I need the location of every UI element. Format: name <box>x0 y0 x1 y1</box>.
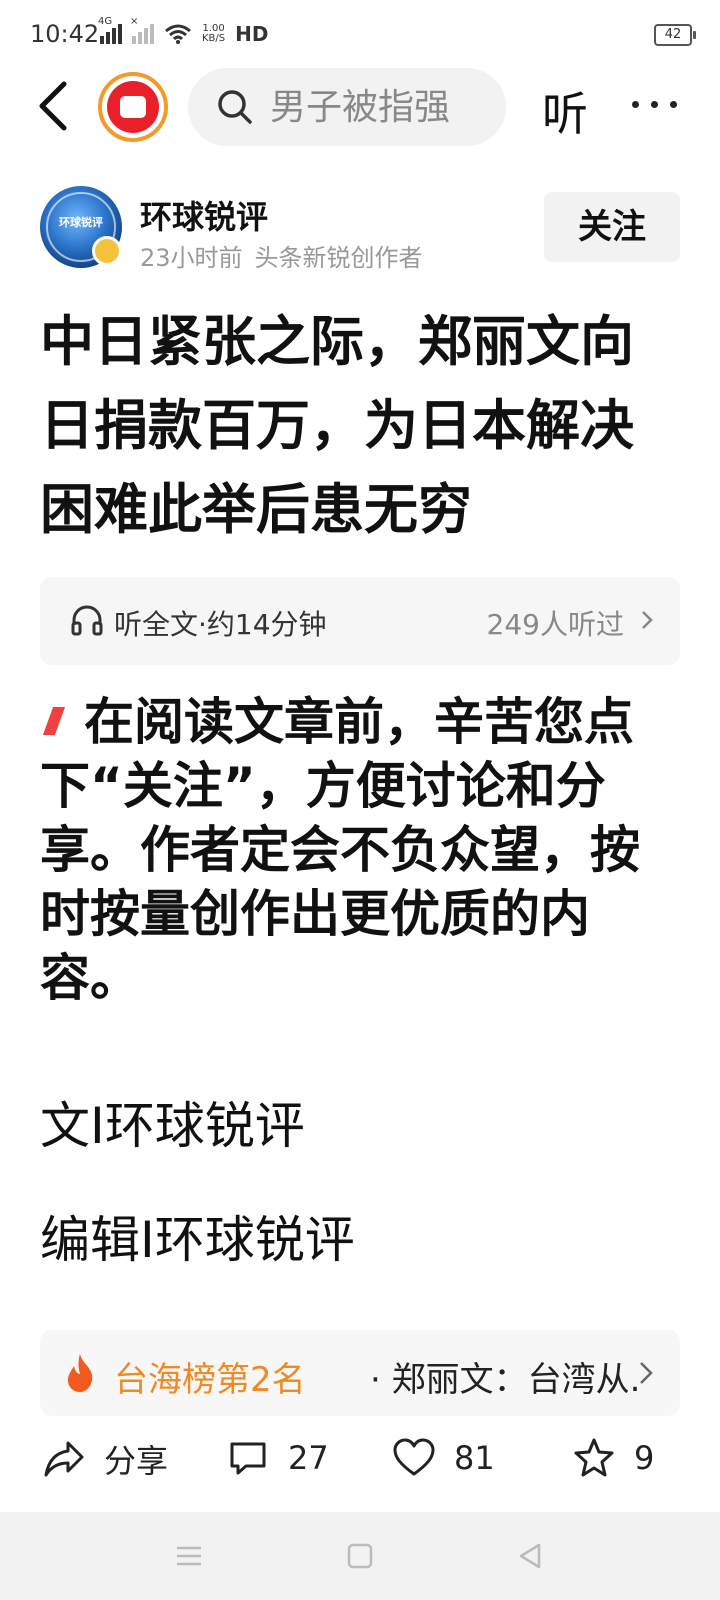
signal-icon-sim2: × <box>130 16 154 44</box>
home-icon[interactable] <box>345 1542 375 1570</box>
article-title: 中日紧张之际，郑丽文向日捐款百万，为日本解决困难此举后患无穷 <box>40 310 634 541</box>
quote-mark-icon <box>42 707 66 735</box>
star-icon <box>574 1438 614 1477</box>
listen-count: 249人听过 <box>486 608 624 641</box>
verified-badge-icon <box>92 236 122 266</box>
author-role: 头条新锐创作者 <box>254 244 423 272</box>
search-input[interactable] <box>268 85 492 129</box>
favorite-button[interactable]: 9 <box>572 1436 654 1480</box>
flame-icon <box>68 1354 93 1392</box>
post-time: 23小时前 <box>140 244 243 272</box>
avatar-text: 环球锐评 <box>59 216 103 229</box>
listen-button[interactable]: 听 <box>542 78 588 144</box>
no-signal-label: × <box>130 16 139 27</box>
like-button[interactable]: 81 <box>392 1436 495 1480</box>
like-count: 81 <box>454 1439 495 1477</box>
comment-icon <box>230 1442 266 1475</box>
author-row: 环球锐评 环球锐评 23小时前 头条新锐创作者 关注 <box>40 186 680 276</box>
hd-indicator: HD <box>235 22 269 46</box>
author-name[interactable]: 环球锐评 <box>140 192 268 238</box>
more-options-button[interactable] <box>632 94 682 114</box>
network-type-label: 4G <box>98 16 113 27</box>
chevron-right-icon <box>642 611 653 629</box>
hot-rank-label: 台海榜第2名 <box>114 1360 306 1400</box>
menu-icon[interactable] <box>174 1542 204 1570</box>
battery-icon: 42 <box>654 24 696 46</box>
share-label: 分享 <box>104 1442 169 1480</box>
article-byline: 文I环球锐评 <box>40 1097 305 1155</box>
search-bar[interactable] <box>188 68 506 146</box>
article-intro: 在阅读文章前，辛苦您点下“关注”，方便讨论和分享。作者定会不负众望，按时按量创作… <box>40 690 680 1010</box>
network-speed: 1.00 KB/S <box>202 24 225 44</box>
heart-icon <box>393 1438 435 1476</box>
wifi-icon <box>165 24 191 44</box>
headphones-icon <box>71 605 103 636</box>
back-nav-icon[interactable] <box>515 1542 545 1570</box>
top-nav: 听 <box>0 66 720 146</box>
system-nav-bar <box>0 1512 720 1600</box>
comment-count: 27 <box>288 1439 329 1477</box>
share-button[interactable]: 分享 <box>42 1436 168 1482</box>
hot-rank-bar[interactable]: 台海榜第2名 · 郑丽文：台湾从... <box>40 1330 680 1416</box>
signal-icon-sim1: 4G <box>98 16 122 44</box>
author-meta: 23小时前 头条新锐创作者 <box>140 238 423 273</box>
comment-button[interactable]: 27 <box>226 1436 329 1480</box>
status-bar: 10:42 4G × 1.00 KB/S HD 42 <box>0 0 720 70</box>
intro-text: 在阅读文章前，辛苦您点下“关注”，方便讨论和分享。作者定会不负众望，按时按量创作… <box>40 693 640 1007</box>
chevron-right-icon <box>640 1362 653 1384</box>
favorite-count: 9 <box>634 1439 655 1477</box>
listen-full-text-bar[interactable]: 听全文·约14分钟 249人听过 <box>40 577 680 665</box>
article-editor: 编辑I环球锐评 <box>40 1211 355 1269</box>
status-time: 10:42 <box>30 20 100 48</box>
listen-duration-label: 听全文·约14分钟 <box>114 608 327 641</box>
hot-rank-text: · 郑丽文：台湾从... <box>370 1360 638 1400</box>
search-icon <box>218 90 252 124</box>
action-bar: 分享 27 81 9 <box>0 1426 720 1502</box>
avatar[interactable]: 环球锐评 <box>40 186 122 268</box>
share-icon <box>44 1441 84 1477</box>
app-logo-icon[interactable] <box>98 72 168 142</box>
follow-button[interactable]: 关注 <box>544 192 680 262</box>
status-icons: 4G × 1.00 KB/S HD <box>98 16 269 46</box>
speed-unit: KB/S <box>202 33 226 44</box>
back-button[interactable] <box>30 78 80 134</box>
